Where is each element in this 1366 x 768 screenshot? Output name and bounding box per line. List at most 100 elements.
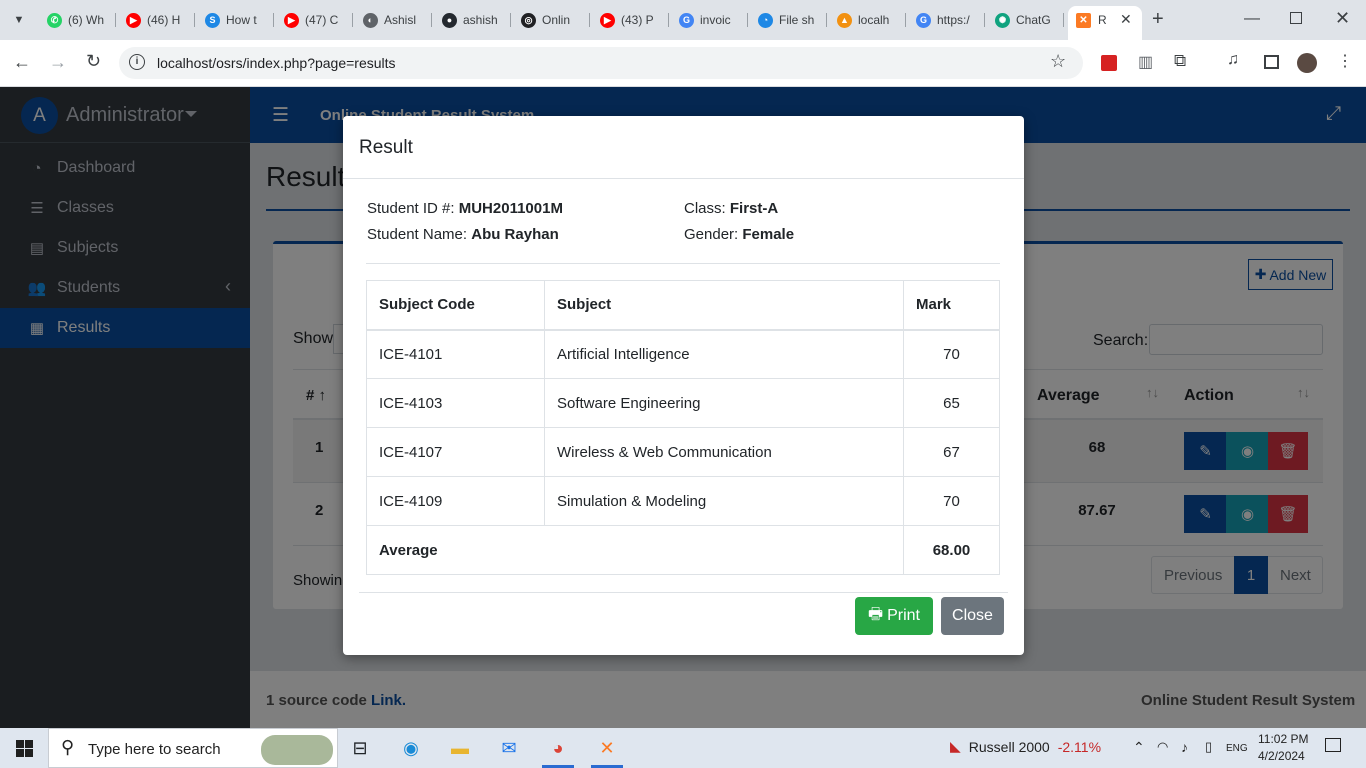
menu-kebab-icon[interactable]: ⋮	[1337, 51, 1353, 71]
tab-separator	[984, 13, 985, 27]
tab-separator	[905, 13, 906, 27]
search-highlight-image	[261, 735, 333, 765]
side-panel-icon[interactable]	[1264, 55, 1279, 69]
site-icon: ◔	[758, 12, 773, 28]
browser-tab-label: File sh	[779, 13, 815, 27]
extension-pdf-icon[interactable]	[1101, 55, 1117, 71]
mail-icon[interactable]: ✉	[495, 734, 523, 762]
browser-tab[interactable]: ▶ (47) C	[284, 6, 346, 34]
notification-icon[interactable]	[1325, 738, 1341, 752]
browser-tab-label: localh	[858, 13, 890, 27]
marks-row: ICE-4103 Software Engineering 65	[366, 378, 1000, 428]
stock-widget[interactable]: ◣ Russell 2000 -2.11%	[950, 738, 1101, 755]
browser-tab[interactable]: ◔ File sh	[758, 6, 820, 34]
github-icon: ●	[442, 12, 457, 28]
info-divider	[366, 263, 1000, 264]
battery-icon[interactable]: ▯	[1205, 739, 1212, 755]
profile-avatar[interactable]	[1297, 53, 1317, 73]
close-button[interactable]: Close	[941, 597, 1004, 635]
edge-icon[interactable]: ◉	[397, 734, 425, 762]
taskbar-search[interactable]: ⚲ Type here to search	[48, 728, 338, 768]
tab-separator	[510, 13, 511, 27]
bookmark-star-icon[interactable]: ☆	[1050, 51, 1066, 72]
browser-tab[interactable]: ◎ Onlin	[521, 6, 583, 34]
tab-separator	[1063, 13, 1064, 27]
url-text[interactable]: localhost/osrs/index.php?page=results	[157, 55, 396, 71]
gender-value: Female	[742, 226, 795, 243]
taskbar-search-placeholder: Type here to search	[88, 741, 221, 758]
close-window-icon[interactable]: ✕	[1335, 8, 1350, 29]
browser-tab[interactable]: ▶ (43) P	[600, 6, 662, 34]
student-name: Student Name: Abu Rayhan	[367, 226, 559, 243]
tab-search-button[interactable]: ▼	[8, 9, 30, 31]
wifi-icon[interactable]: ◠	[1157, 739, 1168, 755]
subject-code-cell: ICE-4109	[366, 476, 545, 526]
modal-title: Result	[359, 137, 413, 158]
modal-footer-divider	[359, 592, 1008, 593]
language-indicator[interactable]: ENG	[1226, 743, 1248, 754]
stock-name: Russell 2000	[968, 738, 1050, 755]
subject-code-cell: ICE-4103	[366, 378, 545, 428]
new-tab-button[interactable]: +	[1152, 8, 1164, 31]
marks-row: ICE-4107 Wireless & Web Communication 67	[366, 427, 1000, 477]
chrome-icon[interactable]: ◕	[544, 734, 572, 762]
site-info-icon[interactable]: i	[129, 54, 145, 70]
student-id: Student ID #: MUH2011001M	[367, 200, 563, 217]
print-button[interactable]: 🖶 Print	[855, 597, 933, 635]
browser-tab[interactable]: S How t	[205, 6, 267, 34]
browser-tab[interactable]: ▲ localh	[837, 6, 899, 34]
subject-header: Subject	[544, 280, 904, 331]
browser-tab-label: invoic	[700, 13, 731, 27]
tab-separator	[826, 13, 827, 27]
active-tab[interactable]: ✕ R ✕	[1068, 6, 1142, 40]
student-id-value: MUH2011001M	[458, 200, 563, 217]
xampp-taskbar-icon[interactable]: ✕	[593, 734, 621, 762]
youtube-icon: ▶	[284, 12, 299, 28]
close-tab-icon[interactable]: ✕	[1120, 11, 1132, 28]
marks-table: Subject Code Subject Mark ICE-4101 Artifi…	[366, 280, 1000, 575]
browser-tab[interactable]: ● ashish	[442, 6, 504, 34]
browser-tab[interactable]: ✺ ChatG	[995, 6, 1057, 34]
browser-tab[interactable]: ✆ (6) Wh	[47, 6, 109, 34]
minimize-icon[interactable]: —	[1244, 10, 1260, 28]
extensions-icon[interactable]: ⧉	[1174, 51, 1186, 71]
student-name-value: Abu Rayhan	[471, 226, 559, 243]
windows-start-icon[interactable]	[16, 740, 33, 757]
tab-separator	[431, 13, 432, 27]
address-bar[interactable]: i localhost/osrs/index.php?page=results …	[119, 47, 1083, 79]
browser-tab-label: Onlin	[542, 13, 571, 27]
file-explorer-icon[interactable]: ▬	[446, 734, 474, 762]
restore-icon[interactable]	[1290, 12, 1302, 24]
browser-tab-label: Ashisl	[384, 13, 417, 27]
average-value: 68.00	[903, 525, 1000, 575]
browser-tab-label: ChatG	[1016, 13, 1051, 27]
media-control-icon[interactable]: ♫	[1227, 51, 1239, 69]
clock-time[interactable]: 11:02 PM	[1258, 732, 1308, 746]
browser-tab[interactable]: ◐ Ashisl	[363, 6, 425, 34]
print-label: Print	[887, 607, 920, 624]
back-icon[interactable]: ←	[13, 52, 31, 73]
subject-code-cell: ICE-4101	[366, 329, 545, 379]
site-icon: S	[205, 12, 220, 28]
average-row: Average 68.00	[366, 525, 1000, 575]
average-label: Average	[366, 525, 904, 575]
forward-icon[interactable]: →	[49, 52, 67, 73]
active-tab-label: R	[1098, 13, 1107, 27]
tab-separator	[115, 13, 116, 27]
browser-tab[interactable]: Ginvoic	[679, 6, 741, 34]
browser-tab[interactable]: ▶ (46) H	[126, 6, 188, 34]
tray-chevron-icon[interactable]: ⌃	[1133, 739, 1145, 756]
print-icon: 🖶	[867, 605, 884, 623]
reload-icon[interactable]: ↻	[86, 51, 101, 72]
chatgpt-icon: ✺	[995, 12, 1010, 28]
marks-header-row: Subject Code Subject Mark	[366, 280, 1000, 331]
clock-date[interactable]: 4/2/2024	[1258, 749, 1305, 763]
subject-code-cell: ICE-4107	[366, 427, 545, 477]
volume-icon[interactable]: ♪	[1181, 739, 1188, 755]
task-view-icon[interactable]: ⊟	[346, 734, 374, 762]
browser-tab[interactable]: Ghttps:/	[916, 6, 978, 34]
browser-tab-strip: ▼ ✆ (6) Wh ▶ (46) H S How t ▶ (47) C ◐ Ashisl ● ash…	[0, 0, 1366, 40]
mark-cell: 67	[903, 427, 1000, 477]
extension-chart-icon[interactable]: ▥	[1138, 52, 1153, 72]
whatsapp-icon: ✆	[47, 12, 62, 28]
